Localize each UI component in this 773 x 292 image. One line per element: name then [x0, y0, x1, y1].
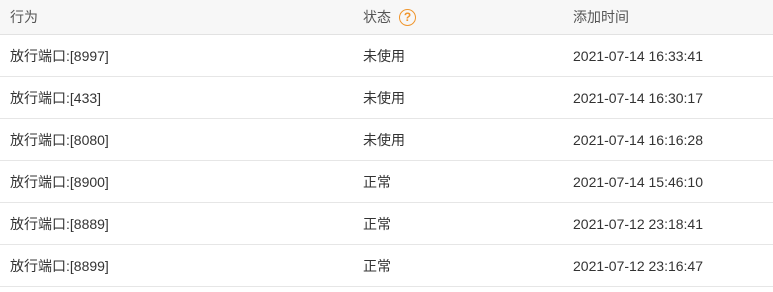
row-status: 正常 [363, 215, 391, 232]
table-row: 放行端口:[8889] 正常 2021-07-12 23:18:41 [0, 203, 773, 245]
port-rules-table: 行为 状态 ? 添加时间 放行端口:[8997] 未使用 2021-07-14 … [0, 0, 773, 287]
row-time: 2021-07-12 23:16:47 [573, 257, 703, 274]
row-time: 2021-07-14 16:30:17 [573, 89, 703, 106]
row-action: 放行端口:[8080] [10, 131, 109, 148]
table-row: 放行端口:[433] 未使用 2021-07-14 16:30:17 [0, 77, 773, 119]
header-status-cell: 状态 ? [363, 0, 416, 34]
help-icon[interactable]: ? [399, 8, 416, 26]
row-action: 放行端口:[8997] [10, 47, 109, 64]
header-action: 行为 [10, 9, 38, 25]
table-row: 放行端口:[8899] 正常 2021-07-12 23:16:47 [0, 245, 773, 287]
header-status: 状态 [363, 9, 391, 25]
row-action: 放行端口:[8899] [10, 257, 109, 274]
row-status: 正常 [363, 173, 391, 190]
row-status: 未使用 [363, 47, 405, 64]
row-action: 放行端口:[8889] [10, 215, 109, 232]
row-action: 放行端口:[433] [10, 89, 102, 106]
table-row: 放行端口:[8900] 正常 2021-07-14 15:46:10 [0, 161, 773, 203]
header-time: 添加时间 [573, 9, 629, 25]
table-header: 行为 状态 ? 添加时间 [0, 0, 773, 35]
row-status: 未使用 [363, 89, 405, 106]
row-time: 2021-07-14 15:46:10 [573, 173, 703, 190]
row-time: 2021-07-14 16:16:28 [573, 131, 703, 148]
row-status: 未使用 [363, 131, 405, 148]
row-time: 2021-07-14 16:33:41 [573, 47, 703, 64]
row-action: 放行端口:[8900] [10, 173, 109, 190]
table-row: 放行端口:[8080] 未使用 2021-07-14 16:16:28 [0, 119, 773, 161]
row-time: 2021-07-12 23:18:41 [573, 215, 703, 232]
table-row: 放行端口:[8997] 未使用 2021-07-14 16:33:41 [0, 35, 773, 77]
row-status: 正常 [363, 257, 391, 274]
